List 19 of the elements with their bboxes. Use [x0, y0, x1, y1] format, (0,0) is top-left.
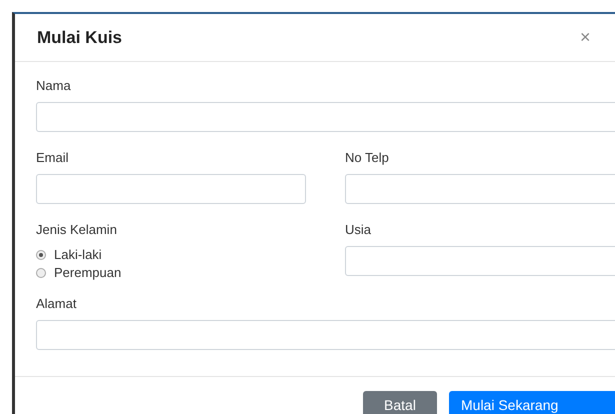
field-label: Nama	[36, 78, 72, 94]
field-label: Alamat	[36, 296, 78, 312]
field-label: No Telp	[345, 150, 390, 166]
close-button[interactable]: ×	[580, 24, 591, 51]
modal-title: Mulai Kuis	[37, 26, 122, 49]
input-field[interactable]	[345, 174, 615, 204]
input-field[interactable]	[36, 102, 615, 132]
radio-label: Perempuan	[54, 264, 122, 282]
field-label: Usia	[345, 222, 372, 238]
input-field[interactable]	[36, 174, 306, 204]
radio-label: Laki-laki	[54, 246, 102, 264]
start-button[interactable]: Mulai Sekarang	[449, 391, 615, 414]
radio-button[interactable]	[36, 250, 46, 260]
field-label: Jenis Kelamin	[36, 222, 118, 238]
cancel-button[interactable]: Batal	[363, 391, 437, 414]
input-field[interactable]	[345, 246, 615, 276]
input-field[interactable]	[36, 320, 615, 350]
field-label: Email	[36, 150, 70, 166]
radio-button[interactable]	[36, 268, 46, 278]
